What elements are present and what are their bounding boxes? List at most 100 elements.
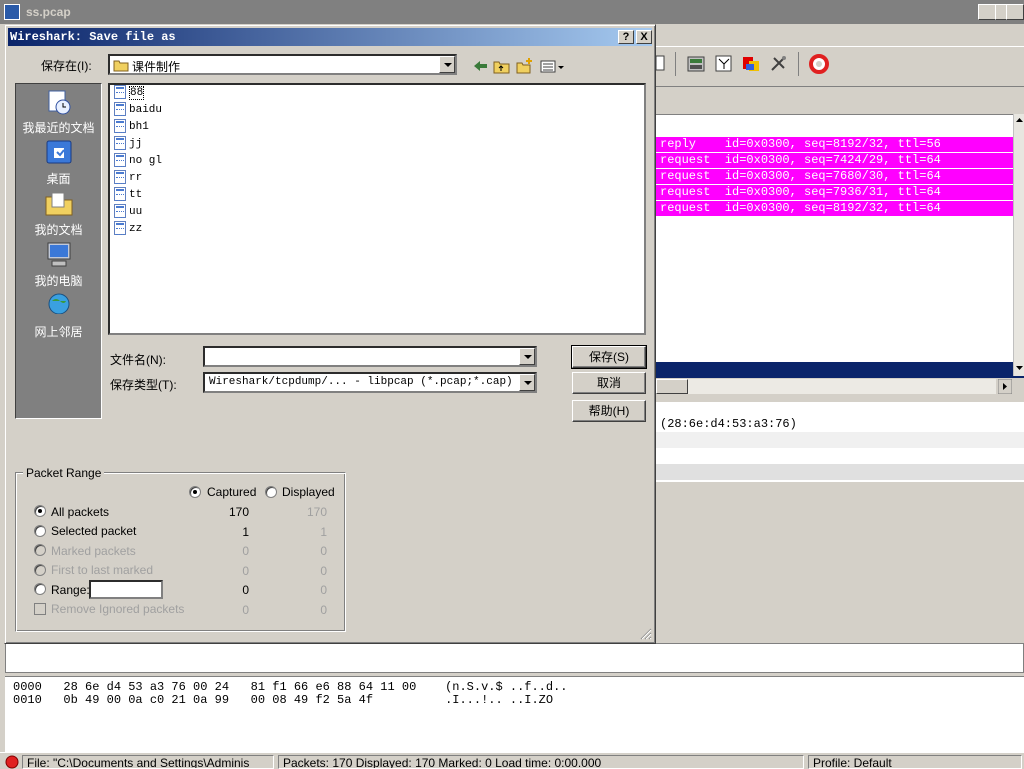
filetype-select[interactable]: Wireshark/tcpdump/... - libpcap (*.pcap;… (203, 372, 537, 393)
range-radio[interactable] (34, 583, 46, 595)
file-list[interactable]: 88 baidu bh1 jj no gl rr tt uu zz (108, 83, 646, 335)
toolbar-divider-2 (798, 52, 799, 76)
place-label: 我的文档 (34, 223, 83, 237)
place-my-computer[interactable]: 我的电脑 (16, 240, 101, 289)
place-label: 桌面 (46, 172, 71, 186)
filename-input[interactable] (203, 346, 537, 367)
place-network[interactable]: 网上邻居 (16, 291, 101, 340)
cancel-button[interactable]: 取消 (572, 372, 646, 394)
packet-row[interactable]: request id=0x0300, seq=7424/29, ttl=64 (656, 153, 1013, 168)
range-input[interactable] (89, 580, 163, 599)
dialog-help-button[interactable]: ? (618, 30, 634, 44)
range-displayed-count: 0 (320, 544, 327, 558)
status-profile[interactable]: Profile: Default (808, 755, 1022, 769)
packet-row[interactable]: reply id=0x0300, seq=8192/32, ttl=56 (656, 137, 1013, 152)
scroll-down-icon[interactable] (1014, 362, 1024, 374)
chevron-down-icon[interactable] (519, 374, 535, 391)
main-window-title: ss.pcap (26, 5, 71, 19)
captured-label: Captured (207, 485, 257, 499)
status-bar: File: "C:\Documents and Settings\Adminis… (0, 752, 1024, 769)
packet-bytes-pane[interactable]: 0000 28 6e d4 53 a3 76 00 24 81 f1 66 e6… (5, 676, 1024, 752)
save-in-label: 保存在(I): (41, 59, 92, 73)
place-recent[interactable]: 我最近的文档 (16, 87, 101, 136)
range-displayed-count: 0 (320, 564, 327, 578)
packet-list-horizontal-scrollbar[interactable] (656, 378, 1014, 395)
colorize-icon[interactable] (686, 55, 706, 73)
remove-ignored-checkbox[interactable] (34, 603, 46, 615)
resize-grip-icon[interactable] (640, 628, 652, 640)
list-item[interactable]: baidu (114, 102, 162, 119)
view-menu-icon[interactable] (539, 57, 565, 75)
recent-documents-icon (48, 90, 70, 115)
new-folder-icon[interactable] (516, 57, 534, 75)
range-row-label: All packets (51, 505, 110, 519)
list-item[interactable]: 88 (114, 85, 145, 102)
minimize-button[interactable]: _ (978, 4, 996, 20)
close-button[interactable]: X (1006, 4, 1024, 20)
pcap-file-icon (114, 102, 126, 117)
help-button[interactable]: 帮助(H) (572, 400, 646, 422)
dialog-titlebar: Wireshark: Save file as ? X (8, 28, 652, 46)
expert-info-red-icon[interactable] (5, 755, 19, 769)
packet-row[interactable]: request id=0x0300, seq=7936/31, ttl=64 (656, 185, 1013, 200)
network-globe-icon (48, 293, 69, 318)
horizontal-scroll-thumb[interactable] (656, 379, 688, 394)
list-item[interactable]: jj (114, 136, 142, 153)
dialog-close-button[interactable]: X (636, 30, 652, 44)
packet-list-vertical-scrollbar[interactable] (1013, 114, 1024, 376)
display-filter-icon[interactable] (714, 55, 734, 73)
place-label: 网上邻居 (34, 325, 83, 339)
back-arrow-icon[interactable] (471, 57, 489, 75)
hex-line[interactable]: 0000 28 6e d4 53 a3 76 00 24 81 f1 66 e6… (13, 680, 568, 694)
range-displayed-count: 170 (306, 505, 327, 519)
all-packets-radio[interactable] (34, 505, 46, 517)
horizontal-scroll-track[interactable] (688, 379, 996, 394)
hex-line[interactable]: 0010 0b 49 00 0a c0 21 0a 99 00 08 49 f2… (13, 693, 553, 707)
folder-icon (113, 60, 129, 72)
toolbar-bottom-line (656, 86, 1024, 87)
list-item[interactable]: zz (114, 221, 142, 238)
packet-range-legend: Packet Range (23, 466, 105, 480)
range-row-label: Selected packet (51, 524, 137, 538)
filter-status-strip (5, 643, 1024, 673)
pcap-file-icon (114, 153, 126, 168)
range-captured-count: 0 (242, 583, 249, 597)
preferences-icon[interactable] (769, 55, 789, 73)
pcap-file-icon (114, 136, 126, 151)
range-captured-count: 1 (242, 525, 249, 539)
up-folder-icon[interactable] (493, 57, 511, 75)
save-in-combo[interactable]: 课件制作 (108, 54, 457, 75)
list-item[interactable]: uu (114, 204, 142, 221)
range-captured-count: 170 (228, 505, 249, 519)
dialog-title: Wireshark: Save file as (10, 30, 176, 44)
toolbar-partial-icon[interactable] (656, 54, 666, 74)
list-item[interactable]: tt (114, 187, 142, 204)
place-my-documents[interactable]: 我的文档 (16, 189, 101, 238)
status-file: File: "C:\Documents and Settings\Adminis (22, 755, 274, 769)
packet-row[interactable]: request id=0x0300, seq=8192/32, ttl=64 (656, 201, 1013, 216)
range-displayed-count: 1 (320, 525, 327, 539)
marked-packets-radio[interactable] (34, 544, 46, 556)
save-file-dialog: Wireshark: Save file as ? X 保存在(I): 课件制作… (4, 24, 656, 644)
help-lifebuoy-icon[interactable] (809, 54, 829, 74)
list-item[interactable]: no gl (114, 153, 162, 170)
packet-details-pane[interactable] (656, 402, 1024, 482)
selected-packet-row[interactable] (656, 362, 1024, 378)
first-to-last-marked-radio[interactable] (34, 564, 46, 576)
displayed-radio[interactable] (265, 486, 277, 498)
packet-detail-row[interactable]: (28:6e:d4:53:a3:76) (660, 417, 797, 431)
place-desktop[interactable]: 桌面 (16, 138, 101, 187)
save-button[interactable]: 保存(S) (571, 345, 647, 369)
displayed-label: Displayed (282, 485, 335, 499)
chevron-down-icon[interactable] (519, 348, 535, 365)
coloring-rules-icon[interactable] (741, 55, 761, 73)
captured-radio[interactable] (189, 486, 201, 498)
packet-row[interactable]: request id=0x0300, seq=7680/30, ttl=64 (656, 169, 1013, 184)
list-item[interactable]: bh1 (114, 119, 149, 136)
my-documents-folder-icon (45, 192, 72, 216)
scroll-up-icon[interactable] (1014, 114, 1024, 126)
selected-packet-radio[interactable] (34, 525, 46, 537)
list-item[interactable]: rr (114, 170, 142, 187)
scroll-right-icon[interactable] (998, 379, 1012, 394)
chevron-down-icon[interactable] (439, 56, 455, 73)
